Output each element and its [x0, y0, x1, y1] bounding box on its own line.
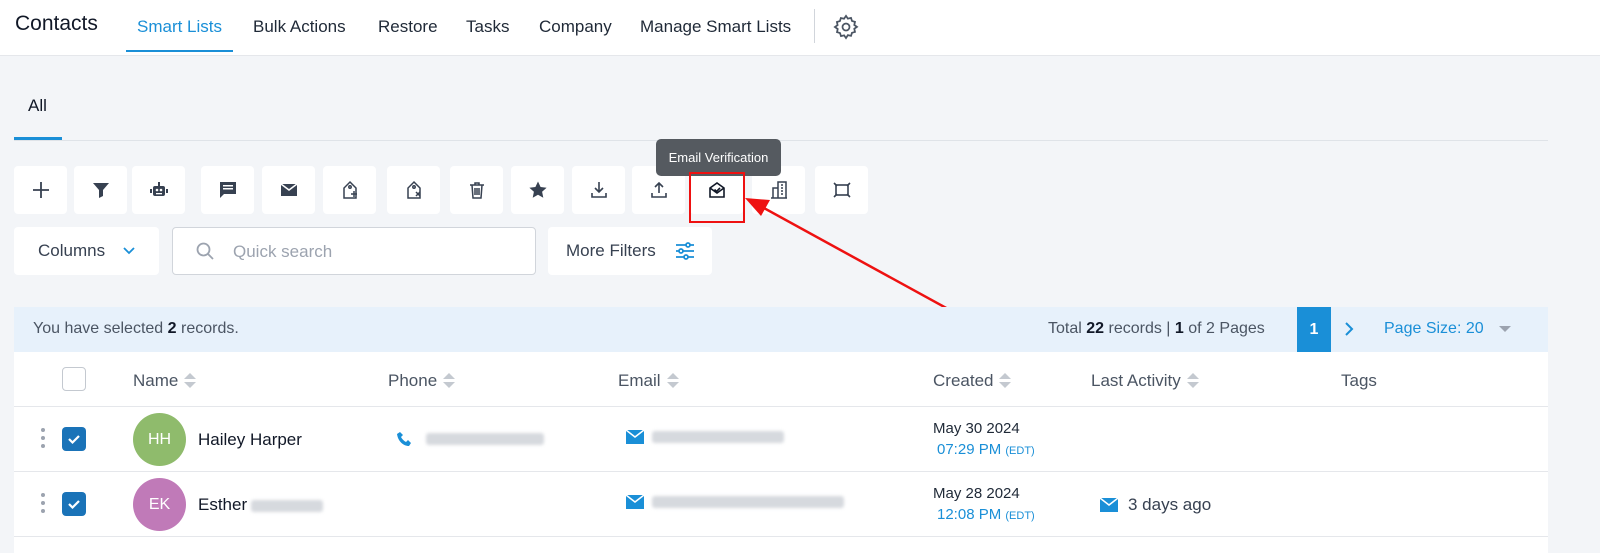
redacted-email: [652, 496, 844, 508]
download-icon: [590, 182, 607, 198]
mail-icon: [626, 495, 644, 509]
contacts-table: Name Phone Email Created Last Activity T…: [14, 352, 1548, 553]
nav-restore[interactable]: Restore: [378, 17, 438, 37]
delete-button[interactable]: [450, 166, 503, 214]
star-icon: [528, 181, 547, 198]
table-row[interactable]: EK Esther May 28 2024 12:08 PM (EDT) 3 d…: [14, 472, 1548, 537]
tab-all[interactable]: All: [28, 96, 47, 116]
table-row[interactable]: HH Hailey Harper May 30 2024 07:29 PM (E…: [14, 407, 1548, 472]
row-menu-icon[interactable]: [40, 493, 46, 517]
redacted-email: [652, 431, 784, 443]
columns-label: Columns: [38, 241, 106, 260]
sort-icon: [184, 373, 197, 389]
sort-icon: [999, 373, 1012, 389]
redacted-phone: [426, 433, 544, 445]
selection-summary: You have selected 2 records.: [33, 320, 239, 337]
avatar[interactable]: EK: [133, 478, 186, 531]
nav-smart-lists[interactable]: Smart Lists: [137, 17, 222, 37]
gear-icon[interactable]: [832, 13, 860, 41]
contact-name[interactable]: Esther: [198, 495, 324, 515]
avatar[interactable]: HH: [133, 413, 186, 466]
mail-icon: [1100, 498, 1118, 512]
more-filters-button[interactable]: More Filters: [548, 227, 712, 275]
phone-icon: [397, 432, 411, 446]
message-icon: [219, 182, 236, 198]
mail-icon: [626, 430, 644, 444]
nav-tasks[interactable]: Tasks: [466, 17, 509, 37]
row-checkbox[interactable]: [62, 492, 86, 516]
send-email-button[interactable]: [262, 166, 315, 214]
send-sms-button[interactable]: [201, 166, 254, 214]
tag-remove-icon: [406, 180, 421, 199]
add-review-button[interactable]: [511, 166, 564, 214]
trash-icon: [469, 182, 484, 199]
nav-manage-smart-lists[interactable]: Manage Smart Lists: [640, 17, 791, 37]
contact-email[interactable]: [626, 495, 844, 509]
page-size-select[interactable]: Page Size: 20: [1384, 320, 1484, 338]
mail-icon: [280, 183, 297, 196]
active-nav-indicator: [126, 50, 233, 52]
nav-bulk-actions[interactable]: Bulk Actions: [253, 17, 346, 37]
table-header: Name Phone Email Created Last Activity T…: [14, 352, 1548, 407]
page-1-button[interactable]: 1: [1297, 307, 1331, 352]
add-icon: [32, 182, 49, 198]
top-nav-bar: Contacts Smart Lists Bulk Actions Restor…: [0, 0, 1600, 56]
check-icon: [68, 435, 80, 445]
more-filters-label: More Filters: [566, 241, 656, 260]
records-summary: Total 22 records | 1 of 2 Pages: [1048, 320, 1265, 337]
search-icon: [196, 242, 214, 260]
last-activity: 3 days ago: [1100, 495, 1211, 515]
sort-icon: [1186, 373, 1199, 389]
nav-divider: [814, 9, 815, 43]
filter-icon: [92, 183, 109, 198]
created-time: 07:29 PM (EDT): [937, 441, 1035, 458]
chevron-down-icon: [123, 247, 135, 255]
columns-dropdown[interactable]: Columns: [14, 227, 159, 275]
select-all-checkbox[interactable]: [62, 367, 86, 391]
check-icon: [68, 500, 80, 510]
sort-icon: [666, 373, 679, 389]
redacted-surname: [251, 499, 324, 512]
nav-company[interactable]: Company: [539, 17, 612, 37]
contact-phone[interactable]: [396, 430, 544, 448]
quick-search[interactable]: [172, 227, 536, 275]
add-tag-button[interactable]: [323, 166, 376, 214]
filter-button[interactable]: [74, 166, 127, 214]
caret-down-icon[interactable]: [1499, 326, 1511, 332]
created-date: May 30 2024: [933, 420, 1020, 437]
email-verification-tooltip: Email Verification: [656, 139, 781, 176]
col-phone[interactable]: Phone: [388, 371, 456, 391]
row-checkbox[interactable]: [62, 427, 86, 451]
selection-bar: You have selected 2 records. Total 22 re…: [14, 307, 1548, 352]
search-input[interactable]: [233, 239, 523, 265]
export-button[interactable]: [572, 166, 625, 214]
add-contact-button[interactable]: [14, 166, 67, 214]
contact-email[interactable]: [626, 430, 784, 444]
remove-tag-button[interactable]: [387, 166, 440, 214]
highlight-box: [689, 172, 745, 223]
row-menu-icon[interactable]: [40, 428, 46, 452]
col-tags: Tags: [1341, 371, 1377, 390]
col-created[interactable]: Created: [933, 371, 1012, 391]
tab-divider: [14, 140, 1548, 141]
col-email[interactable]: Email: [618, 371, 679, 391]
app-title: Contacts: [15, 12, 98, 35]
sort-icon: [443, 373, 456, 389]
contact-name[interactable]: Hailey Harper: [198, 430, 302, 450]
created-date: May 28 2024: [933, 485, 1020, 502]
tag-add-icon: [342, 180, 357, 199]
created-time: 12:08 PM (EDT): [937, 506, 1035, 523]
col-name[interactable]: Name: [133, 371, 197, 391]
sliders-icon: [676, 242, 694, 260]
robot-icon: [149, 182, 168, 196]
upload-icon: [650, 181, 667, 198]
col-last-activity[interactable]: Last Activity: [1091, 371, 1199, 391]
automation-button[interactable]: [132, 166, 185, 214]
chevron-right-icon[interactable]: [1340, 320, 1358, 338]
